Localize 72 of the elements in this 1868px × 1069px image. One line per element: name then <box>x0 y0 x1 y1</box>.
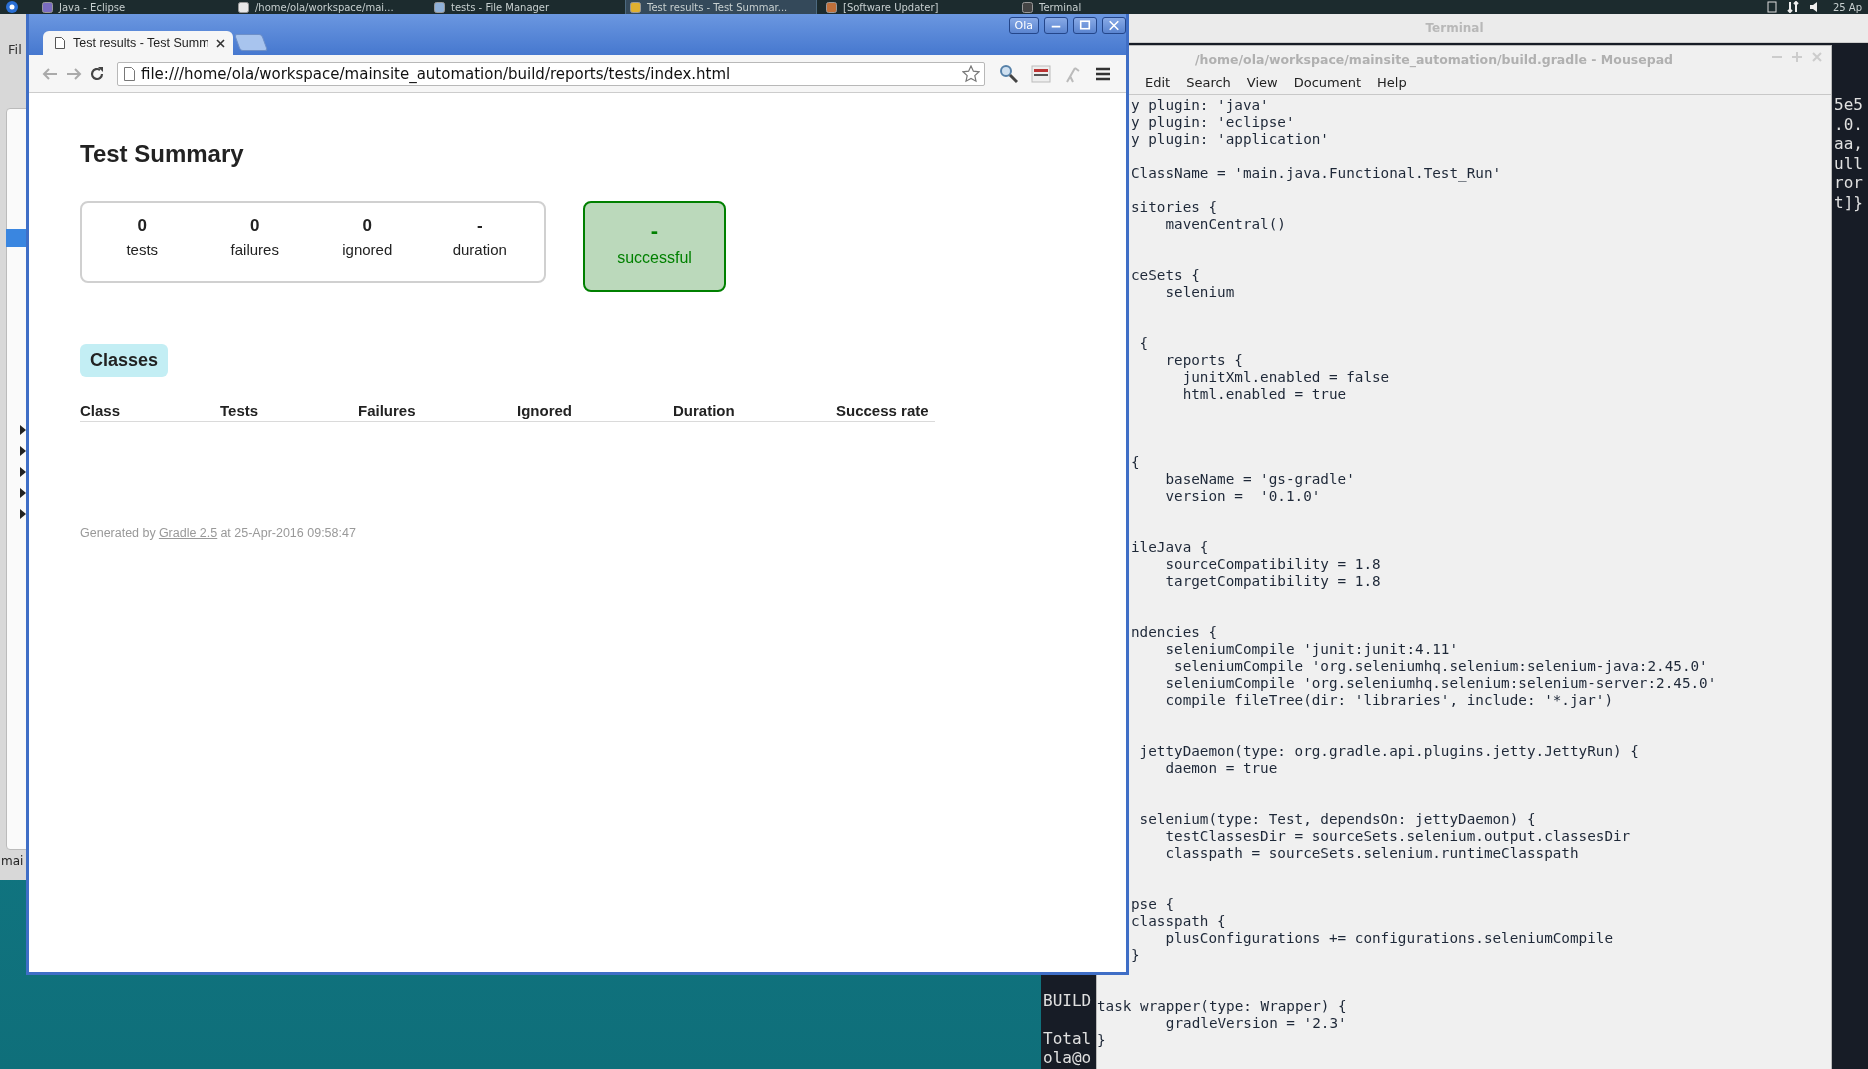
code-text: y plugin: 'java' y plugin: 'eclipse' y plugin: 'application' ClassName = 'main.java.Functional.Test_Run' sitories { mavenCentral() ceSets { selenium { reports { junitXml.enabled = false html.enabled = true { baseName = 'gs-gradle' version = '0.1.0' ileJava { sourceCompatibility = 1.8 targetCompatibility = 1.8 ndencies { seleniumCompile 'junit:junit:4.11' seleniumCompile 'org.seleniumhq.selenium:selenium-java:2.45.0' seleniumCompile 'org.seleniumhq.selenium:selenium-server:2.45.0' compile fileTree(dir: 'libraries', include: '*.jar') jettyDaemon(type: org.gradle.api.plugins.jetty.JettyRun) { daemon = true selenium(type: Test, dependsOn: jettyDaemon) { testClassesDir = sourceSets.selenium.output.classesDir classpath = sourceSets.selenium.runtimeClasspath pse { classpath { plusConfigurations += configurations.seleniumCompile } <box>1131 97 1718 964</box>
taskbar-item[interactable]: Test results - Test Summar... <box>626 0 816 14</box>
extension-icon[interactable] <box>1031 63 1051 84</box>
terminal-line: .0. <box>1834 114 1863 135</box>
status-text: mai <box>1 854 24 868</box>
counter-label: duration <box>452 240 507 260</box>
app-icon <box>434 1 445 13</box>
column-header: Class <box>80 402 122 420</box>
menu-icon[interactable] <box>1095 65 1111 82</box>
expand-arrow-icon[interactable] <box>20 425 26 435</box>
result-label: successful <box>617 248 692 268</box>
address-bar[interactable]: file:///home/ola/workspace/mainsite_automation/build/reports/tests/index.html <box>117 61 985 86</box>
counter-label: ignored <box>342 240 393 260</box>
clock: 25 Ap <box>1832 1 1862 13</box>
terminal-line: ola@o <box>1043 1048 1092 1067</box>
counter-value: 0 <box>137 215 147 237</box>
code-text: task wrapper(type: Wrapper) { gradleVersion = '2.3' } <box>1097 998 1348 1049</box>
close-icon[interactable] <box>216 38 225 48</box>
counter-value: 0 <box>250 215 260 237</box>
menu-item[interactable]: Search <box>1178 74 1239 90</box>
close-icon[interactable] <box>1102 17 1126 34</box>
section-tab[interactable]: Classes <box>80 344 169 377</box>
maximize-icon[interactable] <box>1073 17 1097 34</box>
menu-item[interactable]: Fil <box>8 42 22 57</box>
app-icon <box>630 1 641 13</box>
column-header: Ignored <box>517 402 573 420</box>
terminal-line: ull <box>1834 153 1863 174</box>
menu-item[interactable]: Edit <box>1137 74 1179 90</box>
taskbar-item[interactable]: Java - Eclipse <box>38 0 228 14</box>
menu-item[interactable]: Help <box>1369 74 1415 90</box>
menu-launcher-icon[interactable] <box>4 1 20 13</box>
column-header: Duration <box>673 402 736 420</box>
counter-label: failures <box>230 240 279 260</box>
star-icon[interactable] <box>962 64 980 83</box>
terminal-line: BUILD <box>1043 991 1092 1010</box>
menu-item[interactable]: View <box>1238 74 1286 90</box>
menu-item[interactable]: Document <box>1285 74 1370 90</box>
counter-label: tests <box>126 240 159 260</box>
terminal-line: t]} <box>1834 192 1863 213</box>
window-title: /home/ola/workspace/mainsite_automation/build.gradle - Mousepad <box>1194 51 1674 67</box>
battery-icon <box>1766 1 1777 13</box>
expand-arrow-icon[interactable] <box>20 467 26 477</box>
result-value: - <box>650 217 659 245</box>
taskbar-item[interactable]: [Software Updater] <box>822 0 1012 14</box>
column-header: Failures <box>358 402 417 420</box>
taskbar-item[interactable]: tests - File Manager <box>430 0 620 14</box>
terminal-line: ror <box>1834 173 1863 193</box>
taskbar-item[interactable]: /home/ola/workspace/mai... <box>234 0 424 14</box>
terminal-line: aa, <box>1834 134 1863 154</box>
column-header: Success rate <box>836 402 930 420</box>
footer-text: Generated by Gradle 2.5 at 25-Apr-2016 09:58:47 <box>80 526 357 540</box>
column-header: Tests <box>220 402 260 420</box>
taskbar-item[interactable]: Terminal <box>1018 0 1208 14</box>
page-title: Test Summary <box>80 139 245 169</box>
page-icon <box>124 66 135 81</box>
app-icon <box>42 1 53 13</box>
minimize-icon[interactable] <box>1044 17 1068 34</box>
terminal-line: Total <box>1043 1029 1092 1048</box>
expand-arrow-icon[interactable] <box>20 446 26 456</box>
counter-value: - <box>476 215 483 237</box>
app-icon <box>238 1 249 13</box>
browser-tab[interactable]: Test results - Test Summ <box>43 31 233 55</box>
expand-arrow-icon[interactable] <box>20 509 26 519</box>
counter-value: 0 <box>362 215 372 237</box>
network-icon <box>1786 1 1799 13</box>
expand-arrow-icon[interactable] <box>20 488 26 498</box>
terminal-line: 5e5 <box>1834 95 1863 115</box>
app-icon <box>1022 1 1033 13</box>
magnifier-icon[interactable] <box>999 63 1019 84</box>
reload-icon[interactable] <box>89 65 105 82</box>
page-icon <box>55 37 65 49</box>
app-icon <box>826 1 837 13</box>
